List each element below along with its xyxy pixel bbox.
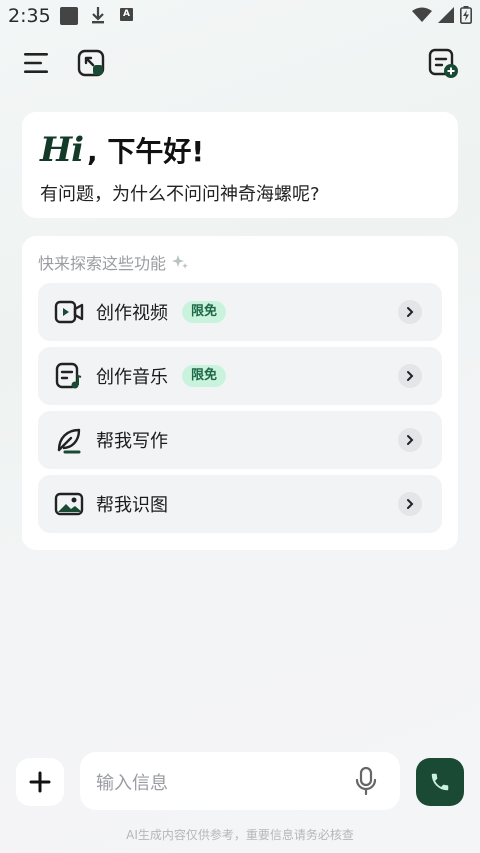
top-bar — [0, 40, 480, 86]
new-chat-icon — [428, 48, 458, 78]
voice-call-button[interactable] — [416, 758, 464, 806]
signal-icon — [438, 7, 454, 27]
greeting-text: , 下午好! — [87, 135, 205, 168]
wifi-icon — [412, 7, 432, 27]
chevron-right-icon — [398, 300, 422, 324]
image-icon — [54, 489, 84, 519]
feature-label: 创作音乐 — [96, 367, 168, 388]
status-time: 2:35 — [8, 5, 51, 27]
message-input[interactable]: 输入信息 — [80, 752, 400, 810]
greeting-subtitle: 有问题，为什么不问问神奇海螺呢? — [40, 184, 320, 205]
free-badge: 限免 — [182, 301, 227, 323]
add-attachment-button[interactable] — [16, 758, 64, 806]
chevron-right-icon — [398, 428, 422, 452]
shrink-window-icon — [77, 49, 105, 77]
feature-item-create-video[interactable]: 创作视频 限免 — [38, 283, 442, 341]
status-bar: 2:35 A — [0, 0, 480, 34]
menu-icon — [24, 53, 48, 73]
feature-item-recognize-image[interactable]: 帮我识图 — [38, 475, 442, 533]
video-icon — [54, 297, 84, 327]
features-title: 快来探索这些功能 — [38, 254, 167, 273]
shrink-window-button[interactable] — [68, 40, 114, 86]
download-icon — [90, 5, 106, 29]
sparkle-icon — [172, 255, 188, 269]
features-card: 快来探索这些功能 创作视频 限免 创作音乐 限免 帮我写作 帮我识图 — [22, 236, 458, 550]
chevron-right-icon — [398, 492, 422, 516]
feature-item-help-write[interactable]: 帮我写作 — [38, 411, 442, 469]
plus-icon — [29, 771, 51, 793]
microphone-icon — [355, 766, 377, 796]
features-title-row: 快来探索这些功能 — [38, 250, 188, 274]
battery-icon — [460, 6, 472, 28]
chevron-right-icon — [398, 364, 422, 388]
microphone-button[interactable] — [354, 766, 378, 800]
ai-disclaimer: AI生成内容仅供参考，重要信息请务必核查 — [126, 828, 354, 842]
free-badge: 限免 — [182, 365, 227, 387]
notification-a-icon: A — [120, 8, 133, 21]
feature-label: 创作视频 — [96, 303, 168, 324]
music-note-icon — [54, 361, 84, 391]
feature-item-create-music[interactable]: 创作音乐 限免 — [38, 347, 442, 405]
phone-icon — [431, 773, 449, 791]
feature-label: 帮我写作 — [96, 431, 168, 452]
feature-label: 帮我识图 — [96, 495, 168, 516]
notification-square-icon — [60, 7, 78, 25]
menu-button[interactable] — [14, 40, 60, 86]
message-input-placeholder: 输入信息 — [96, 773, 168, 794]
new-chat-button[interactable] — [420, 40, 466, 86]
greeting-card: Hi , 下午好! 有问题，为什么不问问神奇海螺呢? — [22, 112, 458, 218]
greeting-hi: Hi — [40, 130, 84, 170]
feather-pen-icon — [54, 425, 84, 455]
